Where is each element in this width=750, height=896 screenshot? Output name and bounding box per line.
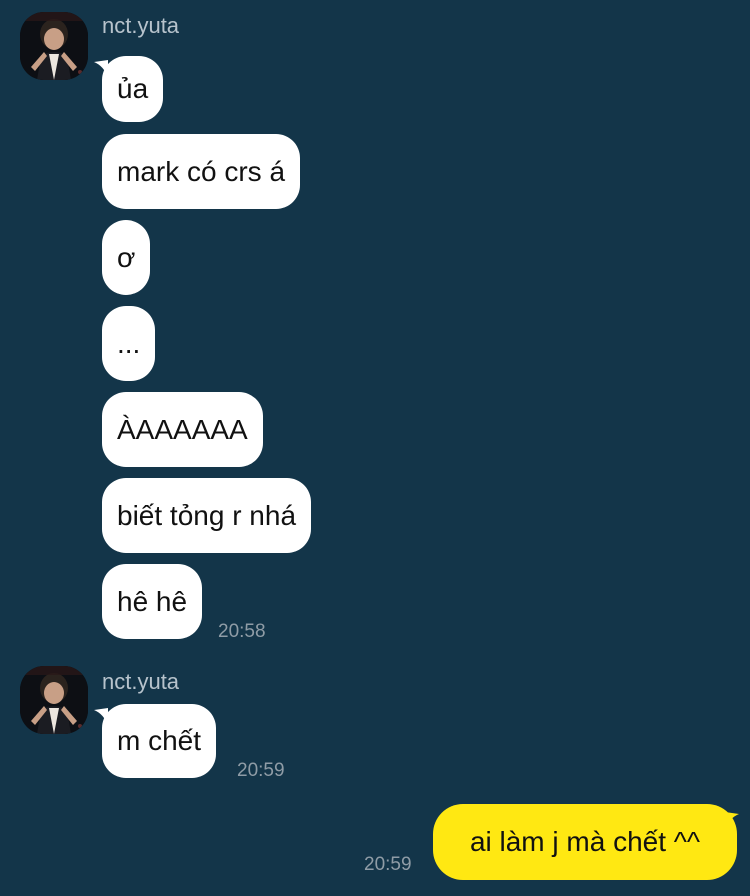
message-timestamp: 20:58 — [218, 621, 266, 642]
outgoing-message-bubble[interactable]: ai làm j mà chết ^^ — [433, 804, 737, 880]
message-bubble[interactable]: ủa — [102, 56, 164, 122]
sender-avatar[interactable] — [20, 12, 88, 80]
message-timestamp: 20:59 — [364, 854, 412, 875]
message-timestamp: 20:59 — [237, 760, 285, 781]
sender-name: nct.yuta — [102, 13, 180, 38]
sender-avatar[interactable] — [20, 666, 88, 734]
sender-name: nct.yuta — [102, 669, 180, 694]
message-bubble[interactable]: ơ — [102, 220, 151, 295]
message-bubble[interactable]: hê hê — [102, 564, 203, 639]
message-bubble[interactable]: mark có crs á — [102, 134, 301, 209]
message-bubble[interactable]: ... — [102, 306, 156, 381]
profile-photo-icon — [20, 666, 88, 734]
message-bubble[interactable]: ÀAAAAAA — [102, 392, 263, 467]
profile-photo-icon — [20, 12, 88, 80]
message-bubble[interactable]: biết tỏng r nhá — [102, 478, 312, 553]
message-bubble[interactable]: m chết — [102, 704, 217, 778]
